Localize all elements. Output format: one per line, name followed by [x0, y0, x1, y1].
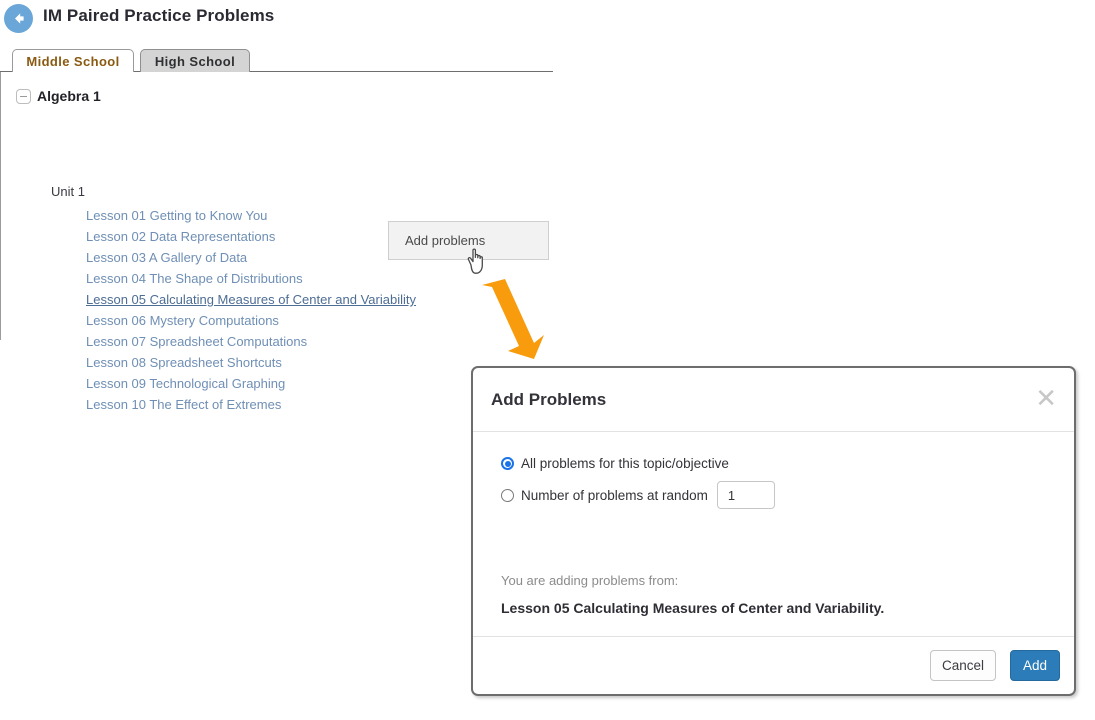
add-button-label: Add: [1023, 658, 1047, 673]
tree-root-label: Algebra 1: [37, 88, 101, 104]
tab-middle-school-label: Middle School: [26, 54, 119, 69]
app-root: IM Paired Practice Problems Middle Schoo…: [0, 0, 1095, 720]
radio-random-count[interactable]: [501, 489, 514, 502]
radio-all-problems-label: All problems for this topic/objective: [521, 456, 729, 471]
add-button[interactable]: Add: [1010, 650, 1060, 681]
page-title: IM Paired Practice Problems: [43, 6, 274, 26]
course-tree-panel: Algebra 1 Unit 1 Lesson 01 Getting to Kn…: [0, 72, 553, 340]
lesson-item[interactable]: Lesson 08 Spreadsheet Shortcuts: [86, 352, 516, 373]
dialog-footer: Cancel Add: [473, 636, 1074, 694]
dialog-header: Add Problems ✕: [473, 368, 1074, 432]
lesson-item-selected[interactable]: Lesson 05 Calculating Measures of Center…: [86, 289, 516, 310]
context-menu: Add problems: [388, 221, 549, 260]
radio-all-problems[interactable]: [501, 457, 514, 470]
lesson-item[interactable]: Lesson 06 Mystery Computations: [86, 310, 516, 331]
dialog-title: Add Problems: [491, 390, 606, 410]
radio-random-count-label: Number of problems at random: [521, 488, 708, 503]
close-x-icon[interactable]: ✕: [1035, 386, 1057, 412]
tree-root-row: Algebra 1: [16, 88, 101, 104]
adding-from-lesson: Lesson 05 Calculating Measures of Center…: [501, 600, 884, 616]
lesson-item[interactable]: Lesson 04 The Shape of Distributions: [86, 268, 516, 289]
tab-high-school-label: High School: [155, 54, 235, 69]
option-all-problems-row[interactable]: All problems for this topic/objective: [501, 456, 729, 471]
adding-from-label: You are adding problems from:: [501, 573, 678, 588]
cancel-button-label: Cancel: [942, 658, 984, 673]
lesson-item[interactable]: Lesson 10 The Effect of Extremes: [86, 394, 516, 415]
tab-middle-school[interactable]: Middle School: [12, 49, 134, 72]
problem-count-input[interactable]: [717, 481, 775, 509]
lesson-item[interactable]: Lesson 07 Spreadsheet Computations: [86, 331, 516, 352]
option-random-count-row[interactable]: Number of problems at random: [501, 481, 775, 509]
back-arrow-icon[interactable]: [4, 4, 33, 33]
page-header: IM Paired Practice Problems: [0, 0, 1095, 42]
tab-bar: Middle School High School: [0, 48, 553, 72]
minus-collapse-icon[interactable]: [16, 89, 31, 104]
tree-unit-label: Unit 1: [51, 184, 85, 199]
tab-high-school[interactable]: High School: [140, 49, 250, 72]
context-menu-item-add-problems[interactable]: Add problems: [389, 233, 485, 248]
dialog-body: All problems for this topic/objective Nu…: [473, 432, 1074, 636]
add-problems-dialog: Add Problems ✕ All problems for this top…: [471, 366, 1076, 696]
lesson-item[interactable]: Lesson 09 Technological Graphing: [86, 373, 516, 394]
cancel-button[interactable]: Cancel: [930, 650, 996, 681]
